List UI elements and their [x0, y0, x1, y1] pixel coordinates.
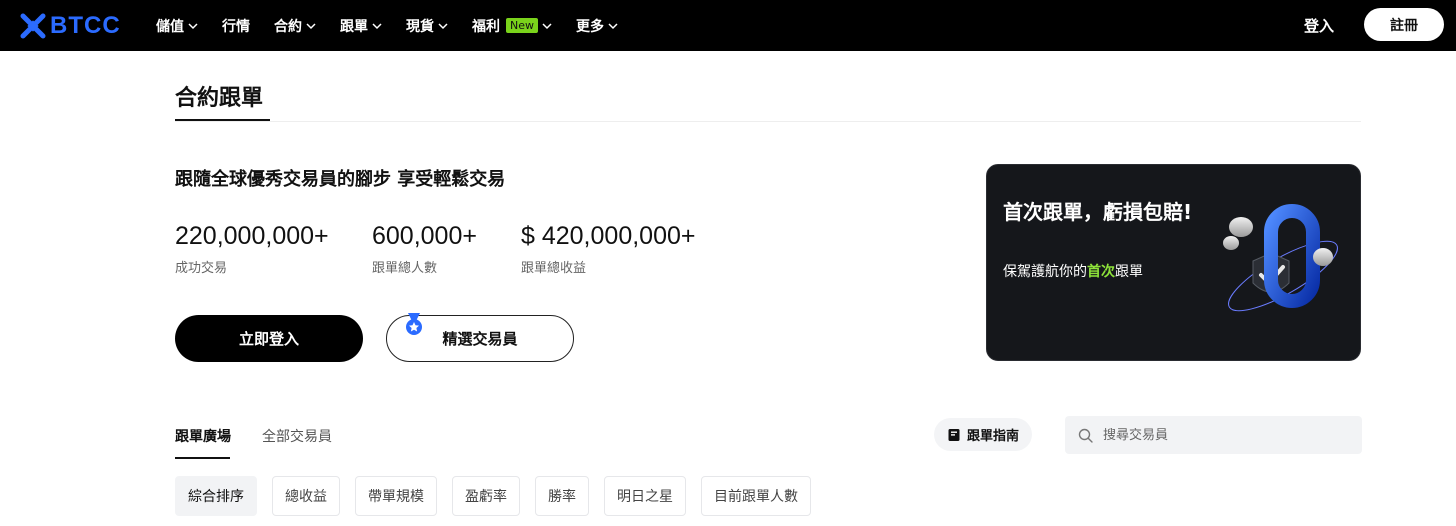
main-nav: 儲值 行情 合約 跟單 現貨 福利 New 更多: [156, 0, 642, 51]
filter-chip-overall[interactable]: 綜合排序: [175, 476, 257, 516]
nav-label: 更多: [576, 18, 604, 35]
nav-label: 福利: [472, 18, 500, 35]
nav-item-futures[interactable]: 合約: [274, 16, 316, 36]
promo-sub-prefix: 保駕護航你的: [1003, 264, 1087, 280]
login-now-button[interactable]: 立即登入: [175, 315, 363, 362]
title-divider: [175, 121, 1361, 122]
filter-chip-rising-star[interactable]: 明日之星: [604, 476, 686, 516]
promo-title: 首次跟單，虧損包賠!: [1003, 200, 1193, 224]
filter-chip-aum[interactable]: 帶單規模: [355, 476, 437, 516]
btcc-logo[interactable]: BTCC: [20, 12, 121, 40]
logo-text: BTCC: [50, 12, 121, 39]
stat-successful-trades: 220,000,000+ 成功交易: [175, 222, 329, 276]
chevron-down-icon: [542, 22, 552, 29]
tab-copy-plaza[interactable]: 跟單廣場: [175, 426, 231, 446]
btcc-logo-icon: [20, 13, 46, 39]
search-icon: [1078, 428, 1093, 443]
first-copy-promo-banner[interactable]: 首次跟單，虧損包賠! 保駕護航你的首次跟單: [986, 164, 1361, 361]
tab-all-traders[interactable]: 全部交易員: [262, 426, 332, 446]
page-title: 合約跟單: [175, 86, 264, 111]
medal-icon: [406, 313, 422, 335]
filter-chip-total-earnings[interactable]: 總收益: [272, 476, 340, 516]
book-icon: [948, 428, 960, 441]
chevron-down-icon: [188, 22, 198, 29]
nav-item-deposit[interactable]: 儲值: [156, 16, 198, 36]
nav-label: 合約: [274, 18, 302, 35]
nav-item-copy-trading[interactable]: 跟單: [340, 16, 382, 36]
chevron-down-icon: [306, 22, 316, 29]
stat-label: 跟單總人數: [372, 261, 438, 276]
stat-value: 600,000+: [372, 222, 477, 250]
new-badge: New: [506, 18, 538, 33]
stat-value: 220,000,000+: [175, 222, 329, 250]
top-nav-bar: BTCC 儲值 行情 合約 跟單 現貨 福利 New 更多 登入 註冊: [0, 0, 1456, 51]
nav-item-markets[interactable]: 行情: [222, 16, 250, 36]
trader-search-box[interactable]: [1065, 416, 1362, 454]
nav-label: 行情: [222, 18, 250, 35]
hero-headline: 跟隨全球優秀交易員的腳步 享受輕鬆交易: [175, 169, 506, 190]
filter-chip-pnl-ratio[interactable]: 盈虧率: [452, 476, 520, 516]
stat-value: $ 420,000,000+: [521, 222, 696, 250]
stat-total-earnings: $ 420,000,000+ 跟單總收益: [521, 222, 695, 276]
chevron-down-icon: [608, 22, 618, 29]
nav-item-spot[interactable]: 現貨: [406, 16, 448, 36]
nav-label: 儲值: [156, 18, 184, 35]
search-input[interactable]: [1103, 427, 1343, 443]
chevron-down-icon: [438, 22, 448, 29]
stat-label: 成功交易: [175, 261, 228, 276]
zero-loss-illustration-icon: [1223, 204, 1338, 312]
nav-item-more[interactable]: 更多: [576, 16, 618, 36]
promo-sub-highlight: 首次: [1087, 264, 1115, 280]
login-link[interactable]: 登入: [1304, 15, 1334, 36]
copy-guide-button[interactable]: 跟單指南: [934, 418, 1032, 451]
active-tab-underline: [175, 457, 230, 459]
sort-filter-chips: 綜合排序 總收益 帶單規模 盈虧率 勝率 明日之星 目前跟單人數: [175, 476, 811, 516]
nav-label: 現貨: [406, 18, 434, 35]
filter-chip-current-followers[interactable]: 目前跟單人數: [701, 476, 811, 516]
stat-total-followers: 600,000+ 跟單總人數: [372, 222, 477, 276]
register-button[interactable]: 註冊: [1364, 8, 1444, 41]
guide-label: 跟單指南: [966, 429, 1019, 444]
nav-label: 跟單: [340, 18, 368, 35]
promo-sub-suffix: 跟單: [1115, 264, 1143, 280]
nav-item-rewards[interactable]: 福利 New: [472, 16, 552, 36]
promo-subtitle: 保駕護航你的首次跟單: [1003, 261, 1143, 281]
chevron-down-icon: [372, 22, 382, 29]
stat-label: 跟單總收益: [521, 261, 587, 276]
filter-chip-win-rate[interactable]: 勝率: [535, 476, 589, 516]
